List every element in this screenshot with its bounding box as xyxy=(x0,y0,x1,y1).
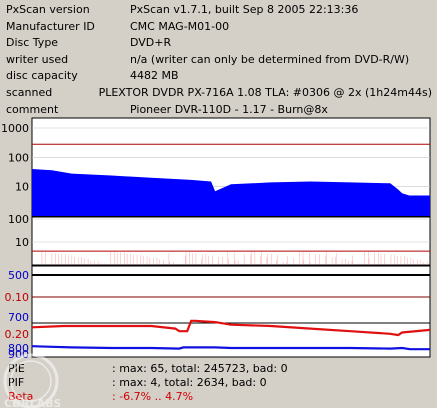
info-value: CMC MAG-M01-00 xyxy=(130,19,230,33)
info-key: Disc Type xyxy=(6,36,59,50)
info-key: writer used xyxy=(6,52,69,66)
legend-value-pie: : max: 65, total: 245723, bad: 0 xyxy=(112,362,288,375)
info-row: writer used n/a (writer can only be deter… xyxy=(4,52,432,69)
info-value: PxScan v1.7.1, built Sep 8 2005 22:13:36 xyxy=(130,3,359,16)
panel-background xyxy=(31,216,431,266)
info-row: PxScan version PxScan v1.7.1, built Sep 8… xyxy=(4,2,432,19)
pie-y-tick-label: 10 xyxy=(15,181,29,194)
info-value: Pioneer DVR-110D - 1.17 - Burn@8x xyxy=(130,102,328,116)
info-row: disc capacity 4482 MB xyxy=(4,68,432,85)
info-value: 4482 MB xyxy=(130,69,179,83)
info-row: Manufacturer ID CMC MAG-M01-00 xyxy=(4,19,432,36)
info-key: disc capacity xyxy=(6,69,78,83)
pie-y-tick-label: 1000 xyxy=(1,122,29,135)
scan-plot-area: 1000 100 10 100 10 500 0.10 700 0.20 800 900 xyxy=(0,117,437,361)
beta-jitter-y-tick-label: 700 xyxy=(8,311,29,324)
info-row: scanned PLEXTOR DVDR PX-716A 1.08 TLA: #0… xyxy=(4,85,432,102)
legend-row-pif: PIF : max: 4, total: 2634, bad: 0 xyxy=(0,376,437,390)
beta-jitter-y-tick-label: 500 xyxy=(8,269,29,282)
watermark-text: CDRLABS xyxy=(4,397,60,408)
info-key: comment xyxy=(6,102,59,116)
legend-value-beta: : -6.7% .. 4.7% xyxy=(112,390,194,403)
scan-charts-svg: 100010010100105000.107000.20800900 xyxy=(1,117,431,361)
cdrlabs-watermark-logo: CDRLABS xyxy=(3,353,60,408)
beta-jitter-y-tick-label: 0.10 xyxy=(5,291,30,304)
info-key: scanned xyxy=(6,85,53,99)
legend-value-pif: : max: 4, total: 2634, bad: 0 xyxy=(112,376,267,389)
pif-y-tick-label: 10 xyxy=(15,236,29,249)
scan-info-table: PxScan version PxScan v1.7.1, built Sep 8… xyxy=(4,2,432,118)
info-value: PLEXTOR DVDR PX-716A 1.08 TLA: #0306 @ 2… xyxy=(98,85,432,99)
info-row: Disc Type DVD+R xyxy=(4,35,432,52)
info-key: PxScan version xyxy=(6,3,90,16)
panel-background xyxy=(31,265,431,358)
info-value: DVD+R xyxy=(130,36,172,50)
info-row: comment Pioneer DVR-110D - 1.17 - Burn@8x xyxy=(4,102,432,119)
pif-y-tick-label: 100 xyxy=(8,213,29,226)
pie-series-base xyxy=(32,195,430,216)
legend-row-beta: Beta : -6.7% .. 4.7% xyxy=(0,390,437,404)
legend: PIE : max: 65, total: 245723, bad: 0 PIF… xyxy=(0,360,437,408)
info-key: Manufacturer ID xyxy=(6,19,95,33)
pie-y-tick-label: 100 xyxy=(8,151,29,164)
info-value: n/a (writer can only be determined from … xyxy=(130,52,410,66)
beta-jitter-y-tick-label: 0.20 xyxy=(5,328,30,341)
legend-row-pie: PIE : max: 65, total: 245723, bad: 0 xyxy=(0,362,437,376)
